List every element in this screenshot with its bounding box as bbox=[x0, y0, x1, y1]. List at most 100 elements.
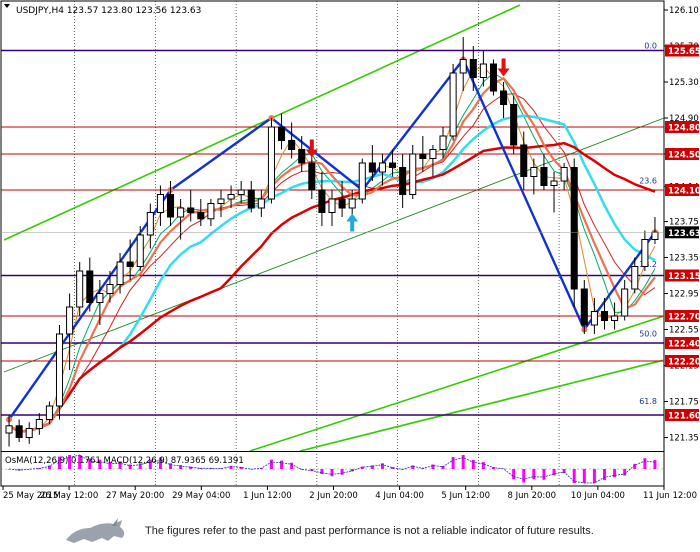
x-tick-label: 2 Jun 20:00 bbox=[309, 491, 358, 501]
candle[interactable] bbox=[449, 64, 457, 141]
bearish-candle-body bbox=[187, 207, 195, 213]
bullish-candle-body bbox=[358, 162, 366, 200]
bullish-candle-body bbox=[348, 198, 356, 209]
bullish-candle-body bbox=[116, 261, 124, 285]
bearish-candle-body bbox=[86, 270, 94, 303]
bullish-candle-body bbox=[631, 266, 639, 290]
bullish-candle-body bbox=[641, 239, 649, 267]
bearish-candle-body bbox=[166, 194, 175, 218]
bearish-candle-body bbox=[399, 167, 407, 195]
bullish-candle-body bbox=[267, 126, 275, 200]
bullish-candle-body bbox=[479, 63, 487, 78]
osma-bar bbox=[582, 469, 586, 483]
osma-bar bbox=[623, 469, 627, 476]
bearish-candle-body bbox=[126, 261, 134, 267]
osma-bar bbox=[481, 462, 485, 469]
bullish-candle-body bbox=[227, 194, 235, 200]
candle[interactable] bbox=[267, 118, 275, 204]
bearish-candle-body bbox=[338, 198, 346, 209]
bearish-candle-body bbox=[197, 212, 205, 220]
bullish-candle-body bbox=[5, 425, 13, 434]
osma-bar bbox=[290, 462, 294, 469]
bullish-candle-body bbox=[25, 428, 33, 438]
bullish-candle-body bbox=[146, 212, 154, 236]
fib-label: 23.6 bbox=[639, 177, 657, 186]
bullish-candle-body bbox=[409, 153, 417, 195]
bearish-candle-body bbox=[489, 63, 498, 92]
osma-title: OsMA(12,26,9) 0.1761 MACD(12,26,9) 87.93… bbox=[5, 456, 244, 466]
bullish-candle-body bbox=[560, 167, 568, 182]
bullish-candle-body bbox=[177, 207, 185, 218]
price-chart[interactable]: 0.023.638.250.061.8 126.10125.70125.3012… bbox=[0, 0, 700, 552]
bearish-candle-body bbox=[288, 140, 296, 150]
osma-bar bbox=[461, 455, 465, 469]
y-tick-label: 121.75 bbox=[669, 398, 699, 408]
x-tick-label: 27 May 20:00 bbox=[106, 491, 164, 501]
price-label-text: 122.40 bbox=[668, 340, 700, 350]
x-tick-label: 1 Jun 12:00 bbox=[243, 491, 292, 501]
osma-bar bbox=[411, 465, 415, 469]
bullish-candle-body bbox=[66, 306, 74, 335]
candle[interactable] bbox=[510, 95, 518, 155]
osma-bar bbox=[451, 457, 455, 469]
price-label: 124.10 bbox=[665, 184, 700, 197]
bearish-candle-body bbox=[419, 153, 427, 159]
price-label: 123.15 bbox=[665, 269, 700, 282]
price-label: 121.60 bbox=[665, 409, 700, 422]
bullish-candle-body bbox=[530, 167, 538, 177]
price-label-text: 123.15 bbox=[668, 272, 700, 282]
price-label: 122.40 bbox=[665, 337, 700, 350]
osma-bar bbox=[542, 469, 546, 480]
bearish-candle-body bbox=[15, 425, 23, 438]
y-tick-label: 123.75 bbox=[669, 218, 699, 228]
price-label: 122.70 bbox=[665, 310, 700, 323]
x-tick-label: 26 May 12:00 bbox=[40, 491, 98, 501]
osma-bar bbox=[431, 464, 435, 469]
osma-bar bbox=[330, 469, 334, 477]
osma-bar bbox=[380, 463, 384, 469]
bearish-candle-body bbox=[540, 167, 548, 186]
osma-bar bbox=[512, 469, 516, 480]
bullish-candle-body bbox=[550, 180, 558, 186]
bearish-candle-body bbox=[510, 104, 518, 146]
osma-bar bbox=[340, 469, 344, 475]
bullish-candle-body bbox=[136, 234, 144, 267]
bearish-candle-body bbox=[520, 144, 528, 177]
chart-canvas[interactable]: 0.023.638.250.061.8 126.10125.70125.3012… bbox=[0, 0, 700, 506]
bullish-candle-body bbox=[237, 189, 245, 195]
bull-logo-icon bbox=[66, 518, 125, 543]
disclaimer-text: The figures refer to the past and past p… bbox=[145, 525, 594, 537]
x-tick-label: 8 Jun 20:00 bbox=[508, 491, 557, 501]
osma-bar bbox=[602, 469, 606, 481]
bullish-candle-body bbox=[156, 194, 164, 213]
candle[interactable] bbox=[489, 59, 498, 96]
candle[interactable] bbox=[358, 158, 366, 204]
price-label: 124.50 bbox=[665, 148, 700, 161]
bullish-candle-body bbox=[45, 405, 53, 420]
price-label: 125.65 bbox=[665, 44, 700, 57]
candle[interactable] bbox=[570, 158, 578, 308]
bearish-candle-body bbox=[389, 162, 397, 168]
bullish-candle-body bbox=[590, 311, 598, 326]
bearish-candle-body bbox=[298, 149, 306, 164]
candle[interactable] bbox=[55, 325, 64, 420]
osma-bar bbox=[613, 469, 617, 478]
price-label-text: 124.50 bbox=[668, 151, 700, 161]
x-tick-label: 4 Jun 04:00 bbox=[375, 491, 424, 501]
bullish-candle-body bbox=[55, 333, 64, 407]
bullish-candle-body bbox=[459, 59, 467, 74]
price-label-text: 122.20 bbox=[668, 358, 700, 368]
osma-bar bbox=[643, 458, 647, 469]
bullish-candle-body bbox=[651, 231, 659, 241]
osma-bar bbox=[471, 460, 475, 469]
bearish-candle-body bbox=[368, 162, 376, 173]
y-tick-label: 123.35 bbox=[669, 254, 699, 264]
current-price-label: 123.63 bbox=[668, 229, 700, 239]
plot-frame bbox=[0, 0, 665, 487]
x-tick-label: 5 Jun 12:00 bbox=[441, 491, 490, 501]
x-tick-label: 11 Jun 12:00 bbox=[643, 491, 697, 501]
bullish-candle-body bbox=[217, 198, 225, 204]
y-tick-label: 126.10 bbox=[669, 6, 699, 16]
osma-bar bbox=[280, 460, 284, 469]
bullish-candle-body bbox=[611, 315, 619, 321]
